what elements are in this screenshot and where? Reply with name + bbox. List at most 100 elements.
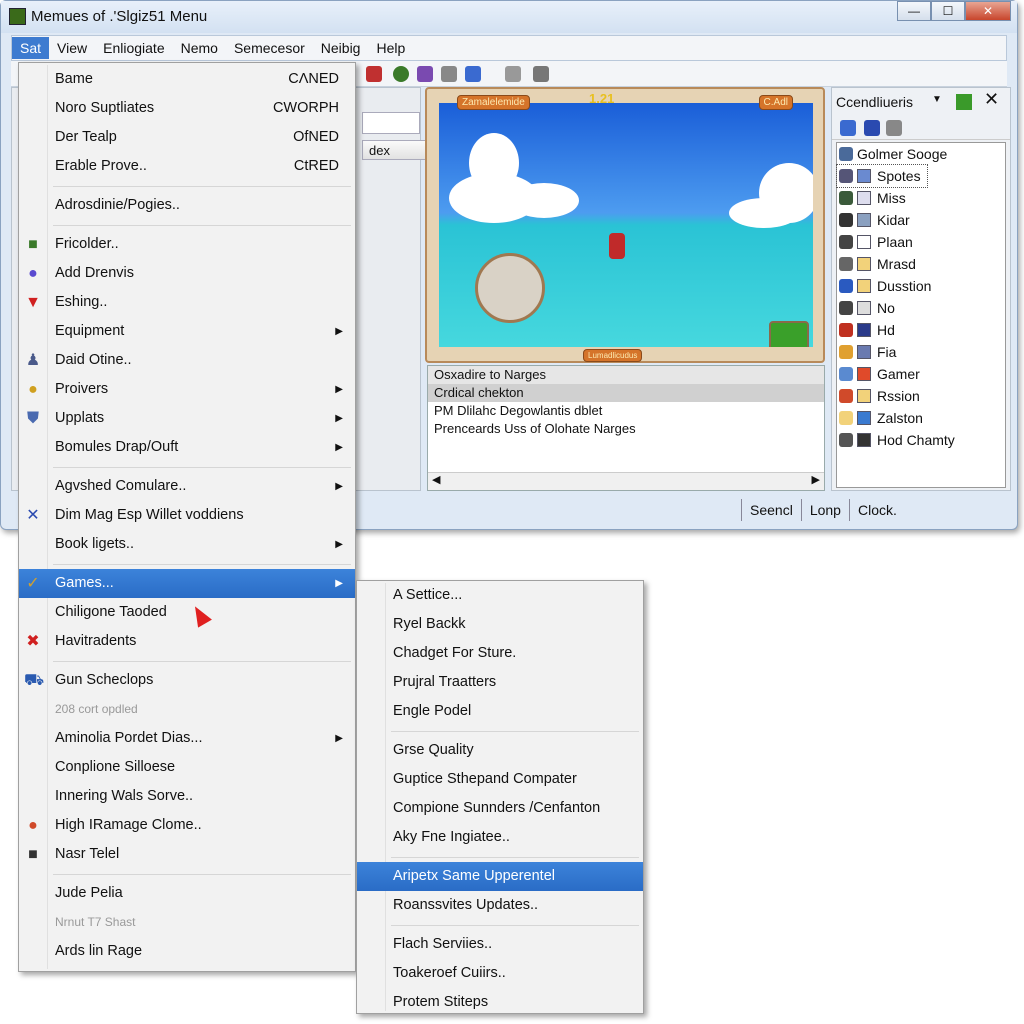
menu-item-aripetx-same-upperentel[interactable]: Aripetx Same Upperentel: [357, 862, 643, 891]
menu-item-equipment[interactable]: Equipment ▶: [19, 317, 355, 346]
close-button[interactable]: ✕: [965, 1, 1011, 21]
status-search[interactable]: Seencl: [741, 499, 801, 521]
menu-item-gun-scheclops[interactable]: ⛟ Gun Scheclops: [19, 666, 355, 695]
tool-icon[interactable]: [465, 66, 481, 82]
menu-item-agvshed-comulare[interactable]: Agvshed Comulare.. ▶: [19, 472, 355, 501]
window-title: Memues of .'Slgiz51 Menu: [31, 8, 208, 25]
menu-item-games[interactable]: ✓ Games... ▶: [19, 569, 355, 598]
menu-item-compione-sunnders-cenfanton[interactable]: Compione Sunnders /Cenfanton: [357, 794, 643, 823]
menu-item-chiligone-taoded[interactable]: Chiligone Taoded: [19, 598, 355, 627]
menu-help[interactable]: Help: [368, 37, 413, 59]
panel-tool-icon[interactable]: [886, 120, 902, 136]
menu-item-grse-quality[interactable]: Grse Quality: [357, 736, 643, 765]
panel-item[interactable]: Golmer Sooge: [837, 143, 1005, 165]
menu-item-guptice-sthepand-compater[interactable]: Guptice Sthepand Compater: [357, 765, 643, 794]
panel-item[interactable]: Miss: [837, 187, 1005, 209]
menu-item-bomules-drap-ouft[interactable]: Bomules Drap/Ouft ▶: [19, 433, 355, 462]
joystick[interactable]: [475, 253, 545, 323]
menu-enliogiate[interactable]: Enliogiate: [95, 37, 173, 59]
menu-item-adrosdinie-pogies[interactable]: Adrosdinie/Pogies..: [19, 191, 355, 220]
menu-item-aminolia-pordet-dias[interactable]: Aminolia Pordet Dias... ▶: [19, 724, 355, 753]
panel-tool-icon[interactable]: [840, 120, 856, 136]
game-view[interactable]: Zamalelemide 1.21 C.Adl Lumadlicudus: [425, 87, 825, 363]
menu-item-roanssvites-updates[interactable]: Roanssvites Updates..: [357, 891, 643, 920]
status-lonp[interactable]: Lonp: [800, 499, 849, 521]
menu-neibig[interactable]: Neibig: [313, 37, 369, 59]
maximize-button[interactable]: ☐: [931, 1, 965, 21]
menu-item-havitradents[interactable]: ✖ Havitradents: [19, 627, 355, 656]
minimize-button[interactable]: —: [897, 1, 931, 21]
menu-item-toakeroef-cuiirs[interactable]: Toakeroef Cuiirs..: [357, 959, 643, 988]
panel-item[interactable]: Spotes: [836, 164, 928, 188]
panel-item[interactable]: Hod Chamty: [837, 429, 1005, 451]
panel-item[interactable]: Mrasd: [837, 253, 1005, 275]
menu-item-engle-podel[interactable]: Engle Podel: [357, 697, 643, 726]
menu-item-prujral-traatters[interactable]: Prujral Traatters: [357, 668, 643, 697]
panel-item[interactable]: Rssion: [837, 385, 1005, 407]
tool-icon[interactable]: [441, 66, 457, 82]
tool-icon[interactable]: [505, 66, 521, 82]
item-icon: [857, 257, 871, 271]
status-clock[interactable]: Clock.: [848, 499, 905, 521]
menu-item-jude-pelia[interactable]: Jude Pelia: [19, 879, 355, 908]
panel-item-label: Hd: [877, 322, 895, 338]
menu-item-dim-mag-esp-willet-voddiens[interactable]: ✕ Dim Mag Esp Willet voddiens: [19, 501, 355, 530]
menu-item-ryel-backk[interactable]: Ryel Backk: [357, 610, 643, 639]
panel-item[interactable]: Plaan: [837, 231, 1005, 253]
menu-item-aky-fne-ingiatee[interactable]: Aky Fne Ingiatee..: [357, 823, 643, 852]
menu-semecesor[interactable]: Semecesor: [226, 37, 313, 59]
tool-icon[interactable]: [417, 66, 433, 82]
menu-item-proivers[interactable]: ● Proivers ▶: [19, 375, 355, 404]
menu-item-daid-otine[interactable]: ♟ Daid Otine..: [19, 346, 355, 375]
menu-item-add-drenvis[interactable]: ● Add Drenvis: [19, 259, 355, 288]
panel-item[interactable]: No: [837, 297, 1005, 319]
menu-item-ards-lin-rage[interactable]: Ards lin Rage: [19, 937, 355, 966]
tool-icon[interactable]: [366, 66, 382, 82]
menu-item-icon: ●: [28, 381, 38, 398]
log-row[interactable]: PM Dlilahc Degowlantis dblet: [428, 402, 824, 420]
menu-item-fricolder[interactable]: ■ Fricolder..: [19, 230, 355, 259]
panel-tool-icon[interactable]: [864, 120, 880, 136]
menu-item-eshing[interactable]: ▼ Eshing..: [19, 288, 355, 317]
log-row[interactable]: Crdical chekton: [428, 384, 824, 402]
menu-item-innering-wals-sorve[interactable]: Innering Wals Sorve..: [19, 782, 355, 811]
close-panel-icon[interactable]: ✕: [984, 89, 999, 110]
menu-item-der-tealp[interactable]: Der Tealp OfNED: [19, 123, 355, 152]
panel-item[interactable]: Kidar: [837, 209, 1005, 231]
menu-item-protem-stiteps[interactable]: Protem Stiteps: [357, 988, 643, 1017]
menu-item-conplione-silloese[interactable]: Conplione Silloese: [19, 753, 355, 782]
menu-item-erable-prove[interactable]: Erable Prove.. CtRED: [19, 152, 355, 181]
horizontal-scrollbar[interactable]: ◀ ▶: [428, 472, 824, 490]
menu-item-noro-suptliates[interactable]: Noro Suptliates CWORPH: [19, 94, 355, 123]
tool-icon[interactable]: [393, 66, 409, 82]
menu-view[interactable]: View: [49, 37, 95, 59]
column-header[interactable]: dex: [362, 140, 432, 160]
panel-item-label: Spotes: [877, 168, 921, 184]
log-row[interactable]: Osxadire to Narges: [428, 366, 824, 384]
menu-nemo[interactable]: Nemo: [173, 37, 226, 59]
panel-item[interactable]: Hd: [837, 319, 1005, 341]
panel-item[interactable]: Gamer: [837, 363, 1005, 385]
panel-item[interactable]: Dusstion: [837, 275, 1005, 297]
menu-item-flach-serviies[interactable]: Flach Serviies..: [357, 930, 643, 959]
game-action-button[interactable]: [769, 321, 809, 347]
panel-item[interactable]: Zalston: [837, 407, 1005, 429]
menu-item-bame[interactable]: Bame CΛNED: [19, 65, 355, 94]
menu-item-upplats[interactable]: ⛊ Upplats ▶: [19, 404, 355, 433]
menu-item-high-iramage-clome[interactable]: ● High IRamage Clome..: [19, 811, 355, 840]
menu-item-label: Bame: [55, 71, 93, 87]
menu-item-nasr-telel[interactable]: ■ Nasr Telel: [19, 840, 355, 869]
shortcut-label: CtRED: [293, 158, 339, 174]
dropdown-icon[interactable]: ▼: [932, 94, 942, 105]
tool-icon[interactable]: [533, 66, 549, 82]
menu-sat[interactable]: Sat: [12, 37, 50, 59]
left-input[interactable]: [362, 112, 420, 134]
menu-item-book-ligets[interactable]: Book ligets.. ▶: [19, 530, 355, 559]
menu-item-208-cort-opdled: 208 cort opdled: [19, 695, 355, 724]
menu-item-chadget-for-sture[interactable]: Chadget For Sture.: [357, 639, 643, 668]
menu-item-icon: ⛟: [24, 672, 45, 689]
pin-icon[interactable]: [956, 94, 972, 110]
panel-item[interactable]: Fia: [837, 341, 1005, 363]
log-row[interactable]: Prenceards Uss of Olohate Narges: [428, 420, 824, 438]
menu-item-a-settice[interactable]: A Settice...: [357, 581, 643, 610]
